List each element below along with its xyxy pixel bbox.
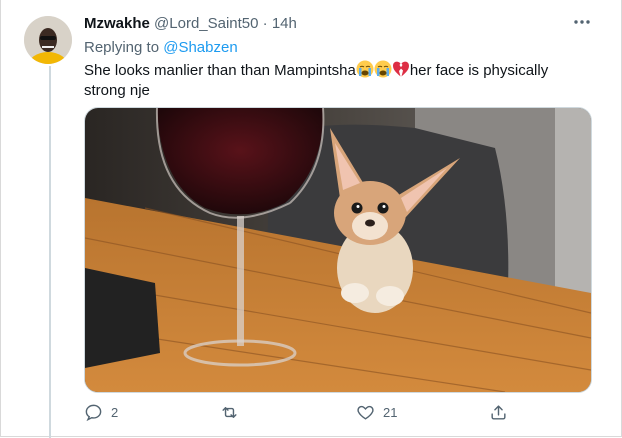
avatar[interactable] bbox=[24, 16, 72, 64]
loudly-crying-face-icon bbox=[374, 60, 392, 78]
more-icon[interactable] bbox=[568, 12, 596, 32]
tweet-time[interactable]: 14h bbox=[272, 15, 297, 32]
reply-mention-link[interactable]: @Shabzen bbox=[163, 39, 237, 56]
replying-to-label: Replying to bbox=[84, 39, 164, 56]
heart-icon bbox=[357, 405, 374, 420]
tweet-media-image[interactable] bbox=[84, 107, 592, 393]
reply-button[interactable]: 2 bbox=[84, 400, 118, 424]
reply-count: 2 bbox=[111, 404, 119, 420]
tweet-text-part-1: She looks manlier than than Mampintsha bbox=[84, 62, 356, 79]
share-icon bbox=[491, 404, 506, 420]
header-separator: · bbox=[262, 15, 268, 32]
thread-connector-line bbox=[49, 66, 51, 438]
replying-to: Replying to @Shabzen bbox=[84, 39, 238, 56]
avatar-photo bbox=[24, 16, 72, 64]
chihuahua-wine-photo bbox=[85, 108, 591, 392]
dark-purse bbox=[85, 268, 160, 368]
loudly-crying-face-icon bbox=[356, 60, 374, 78]
tweet-header: Mzwakhe @Lord_Saint50 · 14h bbox=[84, 15, 297, 35]
broken-heart-icon bbox=[392, 61, 409, 77]
tweet-text: She looks manlier than than Mampintsha h… bbox=[84, 60, 589, 101]
retweet-icon bbox=[222, 406, 237, 418]
retweet-button[interactable] bbox=[220, 400, 247, 424]
share-button[interactable] bbox=[489, 400, 508, 424]
display-name[interactable]: Mzwakhe bbox=[84, 15, 150, 32]
like-count: 21 bbox=[383, 404, 398, 420]
user-handle[interactable]: @Lord_Saint50 bbox=[154, 15, 258, 32]
like-button[interactable]: 21 bbox=[356, 400, 397, 424]
tweet-actions: 2 21 bbox=[84, 400, 590, 424]
reply-icon bbox=[85, 404, 102, 421]
